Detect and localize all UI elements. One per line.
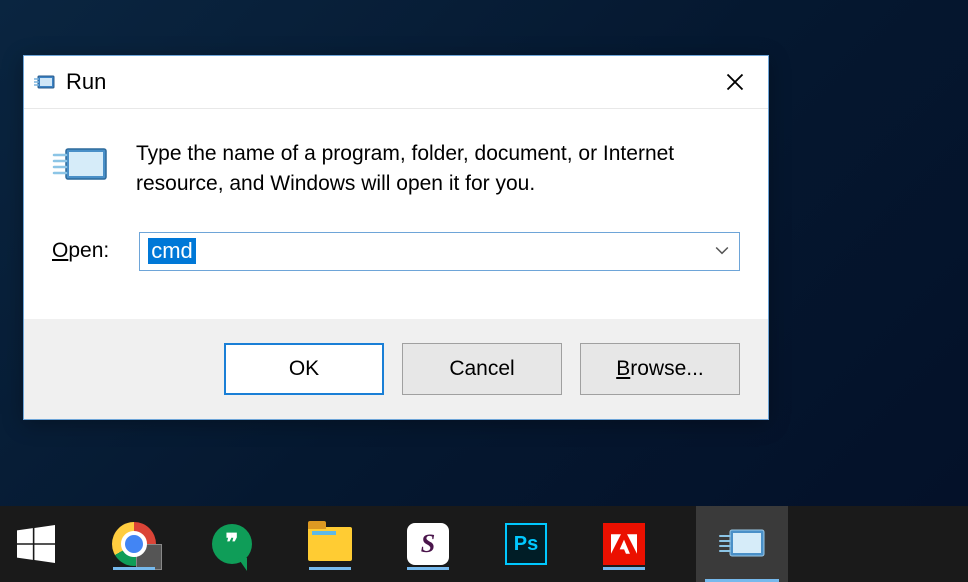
slack-icon: S <box>407 523 449 565</box>
open-row: Open: cmd <box>24 228 768 319</box>
start-button[interactable] <box>10 518 62 570</box>
photoshop-icon: Ps <box>505 523 547 565</box>
run-icon <box>34 71 56 93</box>
dialog-description: Type the name of a program, folder, docu… <box>136 139 750 200</box>
taskbar: ❞ S Ps <box>0 506 968 582</box>
run-large-icon <box>52 143 110 188</box>
run-dialog: Run Type the name of a program, folder, … <box>23 55 769 420</box>
dialog-body: Type the name of a program, folder, docu… <box>24 109 768 228</box>
dialog-titlebar[interactable]: Run <box>24 56 768 109</box>
cancel-button[interactable]: Cancel <box>402 343 562 395</box>
open-combobox-text: cmd <box>140 233 204 270</box>
taskbar-item-run[interactable] <box>696 506 788 582</box>
open-combobox[interactable]: cmd <box>139 232 740 271</box>
taskbar-item-adobe[interactable] <box>598 518 650 570</box>
dialog-title: Run <box>66 69 106 95</box>
open-indicator <box>113 567 155 570</box>
close-icon <box>725 72 745 92</box>
adobe-icon <box>603 523 645 565</box>
open-label: Open: <box>52 239 109 263</box>
file-explorer-icon <box>308 527 352 561</box>
taskbar-item-file-explorer[interactable] <box>304 518 356 570</box>
browse-button[interactable]: Browse... <box>580 343 740 395</box>
hangouts-icon: ❞ <box>212 524 252 564</box>
taskbar-item-hangouts[interactable]: ❞ <box>206 518 258 570</box>
windows-icon <box>17 525 55 563</box>
open-indicator <box>407 567 449 570</box>
taskbar-item-photoshop[interactable]: Ps <box>500 518 552 570</box>
titlebar-left: Run <box>34 69 106 95</box>
dialog-footer: OK Cancel Browse... <box>24 319 768 419</box>
taskbar-item-chrome[interactable] <box>108 518 160 570</box>
open-indicator <box>309 567 351 570</box>
combobox-dropdown-button[interactable] <box>705 233 739 270</box>
open-indicator <box>603 567 645 570</box>
taskbar-item-slack[interactable]: S <box>402 518 454 570</box>
close-button[interactable] <box>714 64 756 100</box>
ok-button[interactable]: OK <box>224 343 384 395</box>
open-input-value: cmd <box>148 238 196 264</box>
chrome-icon <box>112 522 156 566</box>
run-icon <box>718 526 766 562</box>
chevron-down-icon <box>715 246 729 256</box>
